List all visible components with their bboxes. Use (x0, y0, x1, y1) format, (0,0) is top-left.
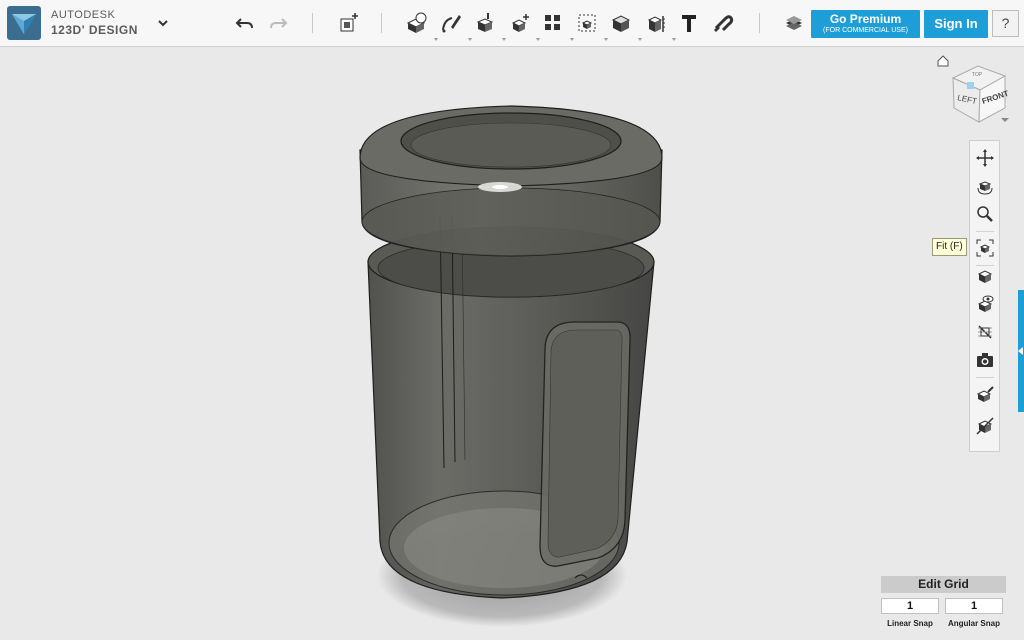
cylinder-lid[interactable] (359, 105, 663, 257)
camera-icon[interactable] (975, 350, 995, 370)
view-cube[interactable]: LEFT FRONT TOP (945, 60, 1011, 126)
zoom-icon[interactable] (975, 204, 995, 224)
clear-icon[interactable] (975, 416, 995, 436)
fit-tooltip: Fit (F) (932, 238, 967, 256)
viewcube-menu-icon[interactable] (1001, 118, 1009, 122)
viewcube-top-face[interactable]: TOP (972, 72, 983, 78)
edit-grid-button[interactable]: Edit Grid (881, 576, 1006, 593)
angular-snap-label: Angular Snap (947, 619, 1000, 628)
navigation-bar (969, 140, 1000, 452)
visibility-icon[interactable] (975, 294, 995, 314)
side-panel-tab[interactable] (1018, 290, 1024, 412)
linear-snap-label: Linear Snap (887, 619, 933, 628)
expand-arrow-icon (1018, 347, 1023, 355)
view-icon[interactable] (975, 266, 995, 286)
linear-snap-input[interactable]: 1 (881, 598, 939, 614)
model-viewport[interactable] (0, 0, 1024, 640)
hide-icon[interactable] (975, 322, 995, 342)
material-icon[interactable] (975, 384, 995, 404)
orbit-icon[interactable] (975, 176, 995, 196)
angular-snap-input[interactable]: 1 (945, 598, 1003, 614)
pan-icon[interactable] (975, 148, 995, 168)
cylinder-body[interactable] (367, 214, 655, 599)
fit-icon[interactable] (975, 238, 995, 258)
